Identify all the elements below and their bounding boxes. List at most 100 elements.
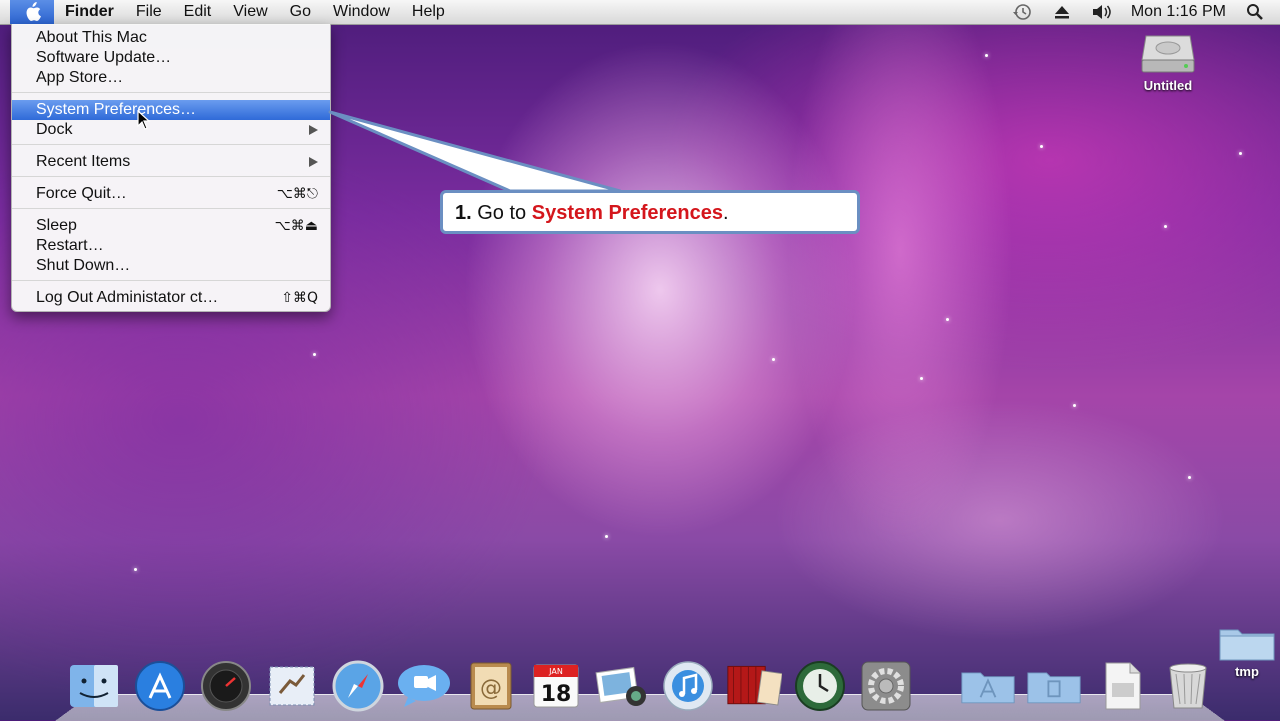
menu-item-shut-down[interactable]: Shut Down… [12,256,330,276]
menu-separator [12,92,330,93]
trash-icon [1169,663,1207,709]
dock-mail[interactable] [264,660,320,712]
star [1073,404,1076,407]
folder-label: tmp [1235,664,1259,679]
dock-ical[interactable]: JAN 18 [528,660,584,712]
menu-item-label: Restart… [36,237,104,254]
time-machine-icon[interactable] [1011,2,1033,22]
time-machine-icon [795,661,845,711]
menu-item-label: Sleep [36,217,77,234]
menu-separator [12,208,330,209]
menu-item-restart[interactable]: Restart… [12,236,330,256]
dock-app-store[interactable] [132,660,188,712]
itunes-icon [663,661,713,711]
menu-item-software-update[interactable]: Software Update… [12,48,330,68]
callout-step-number: 1. [455,202,472,224]
star [920,377,923,380]
folder-icon [1219,629,1275,661]
menu-item-label: System Preferences… [36,101,197,118]
ical-month: JAN [548,667,563,676]
dock-dashboard[interactable] [198,660,254,712]
menu-go[interactable]: Go [279,0,322,24]
star [985,54,988,57]
ical-day: 18 [541,682,572,707]
menu-item-label: App Store… [36,69,124,86]
volume-icon[interactable] [1091,2,1113,22]
shortcut: ⌥⌘⎋ [276,186,318,202]
finder-icon [70,665,118,707]
desktop-tmp-folder[interactable]: tmp [1218,624,1276,679]
menu-edit[interactable]: Edit [173,0,223,24]
menu-item-recent-items[interactable]: Recent Items [12,152,330,172]
dock-time-machine[interactable] [792,660,848,712]
menu-window[interactable]: Window [322,0,401,24]
apple-menu-button[interactable] [10,0,54,24]
menu-file[interactable]: File [125,0,173,24]
star [605,535,608,538]
dock-applications-stack[interactable] [960,660,1016,712]
star [1188,476,1191,479]
menu-help[interactable]: Help [401,0,456,24]
desktop-hard-drive[interactable]: Untitled [1140,30,1196,93]
star [1040,145,1043,148]
menu-item-force-quit[interactable]: Force Quit… ⌥⌘⎋ [12,184,330,204]
dock-finder[interactable] [66,660,122,712]
dock-file[interactable] [1094,660,1150,712]
documents-stack-icon [1027,672,1081,704]
dock-address-book[interactable]: @ [462,660,518,712]
ical-icon: JAN 18 [533,664,579,708]
shortcut: ⌥⌘⏏ [274,218,318,234]
star [313,353,316,356]
file-icon [1105,662,1141,710]
address-book-icon: @ [470,662,512,710]
spotlight-icon[interactable] [1244,2,1266,22]
safari-icon [332,660,384,712]
dock-front-row[interactable] [726,660,782,712]
star [1239,152,1242,155]
menu-separator [12,280,330,281]
svg-text:@: @ [480,676,502,701]
clock[interactable]: Mon 1:16 PM [1131,3,1226,21]
star [772,358,775,361]
mail-icon [269,666,315,706]
hard-drive-icon [1141,35,1195,73]
dock-system-preferences[interactable] [858,660,914,712]
hard-drive-label: Untitled [1143,78,1193,93]
dock-itunes[interactable] [660,660,716,712]
apple-icon [26,2,41,21]
dock-trash[interactable] [1160,660,1216,712]
dock-safari[interactable] [330,660,386,712]
callout-highlight: System Preferences [531,202,723,224]
dock-ichat[interactable] [396,660,452,712]
mouse-pointer-icon [137,110,151,130]
ichat-icon [398,665,450,707]
menu-item-dock[interactable]: Dock [12,120,330,140]
menu-item-about-this-mac[interactable]: About This Mac [12,28,330,48]
iphoto-icon [595,666,646,706]
eject-icon[interactable] [1051,2,1073,22]
menu-item-log-out[interactable]: Log Out Administator ct… ⇧⌘Q [12,288,330,308]
shortcut: ⇧⌘Q [281,290,318,306]
menu-separator [12,176,330,177]
menu-view[interactable]: View [222,0,278,24]
menu-item-label: About This Mac [36,29,147,46]
menu-item-system-preferences[interactable]: System Preferences… [12,100,330,120]
applications-stack-icon [961,672,1015,704]
callout-text: Go to [477,202,527,224]
app-store-icon [135,661,185,711]
submenu-arrow-icon [309,157,318,167]
star [134,568,137,571]
front-row-icon [727,665,782,706]
menu-item-label: Shut Down… [36,257,131,274]
submenu-arrow-icon [309,125,318,135]
apple-dropdown-menu: About This Mac Software Update… App Stor… [11,24,331,312]
menu-bar: Finder File Edit View Go Window Help Mon… [0,0,1280,25]
menu-item-app-store[interactable]: App Store… [12,68,330,88]
callout-text-end: . [722,202,729,224]
dock-documents-stack[interactable] [1026,660,1082,712]
menu-item-sleep[interactable]: Sleep ⌥⌘⏏ [12,216,330,236]
dock-iphoto[interactable] [594,660,650,712]
menu-item-label: Recent Items [36,153,131,170]
menu-finder[interactable]: Finder [54,0,125,24]
menu-separator [12,144,330,145]
